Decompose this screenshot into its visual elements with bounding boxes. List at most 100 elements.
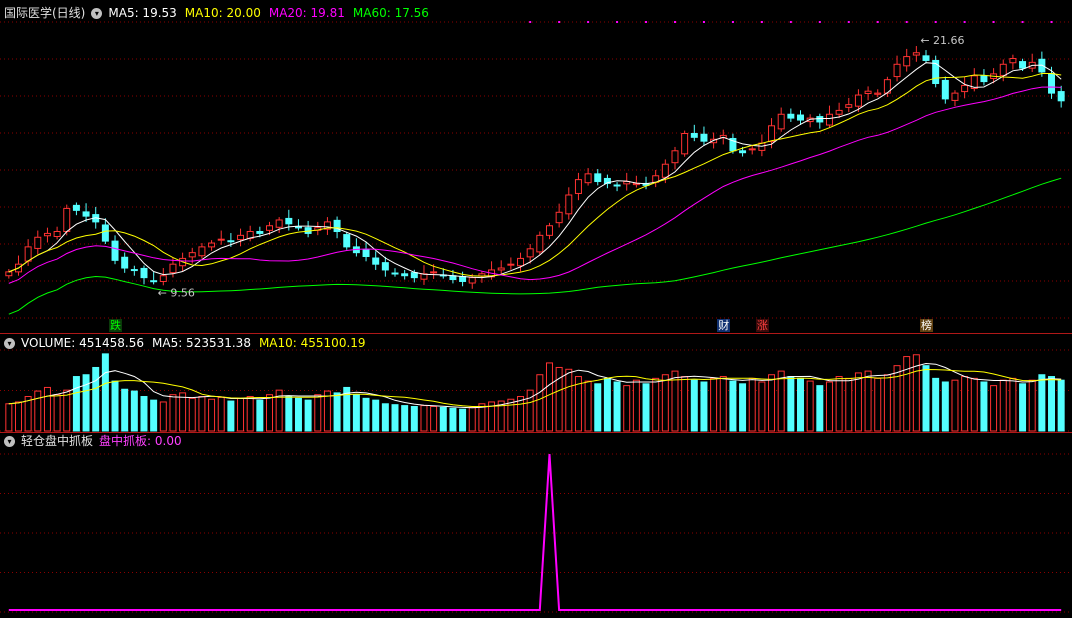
candle-body: [372, 257, 380, 265]
candle-body: [198, 246, 206, 257]
volume-bar: [439, 406, 447, 432]
volume-bar: [352, 394, 360, 432]
volume-bar: [739, 383, 747, 432]
volume-bar: [159, 401, 167, 432]
signal-panel-header: ▾ 轻仓盘中抓板 盘中抓板: 0.00: [4, 433, 182, 449]
volume-bar: [1019, 383, 1027, 432]
signal-dot: [1021, 21, 1024, 23]
candle-body: [922, 55, 930, 61]
signal-dot: [645, 21, 648, 23]
candle-body: [777, 113, 785, 130]
candle-body: [217, 238, 225, 241]
volume-bar: [459, 408, 467, 432]
volume-bar: [150, 399, 158, 432]
candle-body: [497, 267, 505, 271]
volume-bar: [111, 380, 119, 432]
volume-bar: [101, 353, 109, 432]
volume-bar: [990, 385, 998, 432]
candle-body: [24, 246, 32, 262]
volume-bar: [642, 383, 650, 432]
price-panel-header: 国际医学(日线) ▾ MA5: 19.53 MA10: 20.00 MA20: 19…: [4, 5, 429, 21]
volume-bar: [256, 399, 264, 432]
signal-indicator-list: 盘中抓板: 0.00: [99, 433, 182, 449]
volume-bar: [198, 396, 206, 432]
candle-body: [845, 104, 853, 108]
signal-dot: [934, 21, 937, 23]
stock-chart[interactable]: ← 21.66 ← 9.56 国际医学(日线) ▾ MA5: 19.53 MA10:…: [0, 0, 1072, 618]
candle-body: [169, 263, 177, 274]
price-indicator-1: MA10: 20.00: [184, 6, 261, 20]
candle-body: [797, 114, 804, 121]
candle-body: [294, 226, 302, 229]
candle-body: [903, 56, 911, 67]
volume-bar: [227, 400, 235, 432]
signal-dot: [963, 21, 966, 23]
stock-title: 国际医学(日线): [4, 6, 86, 20]
collapse-arrow-icon[interactable]: ▾: [4, 435, 15, 447]
candle-body: [43, 232, 51, 237]
volume-bar: [825, 381, 833, 432]
candle-body: [739, 150, 747, 154]
collapse-arrow-icon[interactable]: ▾: [91, 7, 103, 19]
candle-body: [951, 92, 959, 101]
volume-bar: [43, 386, 51, 432]
collapse-arrow-icon[interactable]: ▾: [4, 337, 15, 349]
volume-bar: [700, 381, 708, 432]
candle-body: [661, 163, 669, 178]
volume-bar: [768, 374, 776, 432]
volume-bar: [797, 377, 804, 432]
signal-dot: [702, 21, 705, 23]
volume-bar: [430, 405, 438, 432]
volume-bar: [323, 390, 331, 432]
volume-indicator-0: VOLUME: 451458.56: [21, 336, 144, 350]
low-price-label: ← 9.56: [158, 286, 195, 299]
candle-body: [1057, 91, 1065, 102]
volume-bar: [34, 390, 42, 432]
volume-bar: [903, 356, 911, 432]
volume-bar: [874, 377, 882, 432]
signal-line: [8, 453, 1062, 611]
candle-body: [613, 184, 621, 187]
volume-bar: [314, 394, 322, 432]
volume-bar: [777, 370, 785, 432]
chart-canvas[interactable]: ← 21.66 ← 9.56: [0, 0, 1072, 618]
candle-body: [121, 256, 129, 269]
signal-dot: [760, 21, 763, 23]
candle-body: [5, 271, 13, 277]
volume-bar: [1048, 376, 1056, 432]
candle-body: [545, 225, 553, 236]
volume-bar: [1009, 377, 1017, 432]
volume-bar: [623, 385, 631, 432]
volume-bar: [854, 372, 862, 432]
volume-bar: [1028, 379, 1036, 432]
signal-dot: [905, 21, 908, 23]
candle-body: [941, 79, 949, 100]
event-annotation-2[interactable]: 涨: [755, 319, 769, 332]
candle-body: [285, 217, 293, 225]
candle-body: [671, 150, 679, 164]
volume-bar: [980, 381, 988, 432]
candle-body: [874, 92, 882, 95]
candle-body: [275, 219, 283, 228]
candle-body: [1048, 73, 1056, 94]
volume-bar: [372, 399, 380, 432]
volume-bar: [24, 396, 32, 432]
candle-body: [34, 236, 42, 249]
candle-body: [536, 234, 544, 253]
event-annotation-3[interactable]: 榜: [920, 319, 933, 332]
candle-body: [468, 277, 476, 284]
volume-bar: [719, 376, 727, 432]
event-annotation-0[interactable]: 跌: [109, 319, 123, 332]
volume-bar: [14, 401, 22, 432]
volume-bar: [565, 368, 573, 432]
candle-body: [459, 275, 467, 282]
candle-body: [748, 148, 756, 151]
volume-bar: [294, 397, 302, 432]
candle-body: [574, 179, 582, 194]
candle-body: [391, 272, 399, 275]
event-annotation-1[interactable]: 财: [717, 319, 731, 332]
volume-bar: [208, 398, 216, 432]
volume-bar: [941, 381, 949, 432]
volume-bar: [468, 406, 476, 432]
signal-dot: [558, 21, 561, 23]
